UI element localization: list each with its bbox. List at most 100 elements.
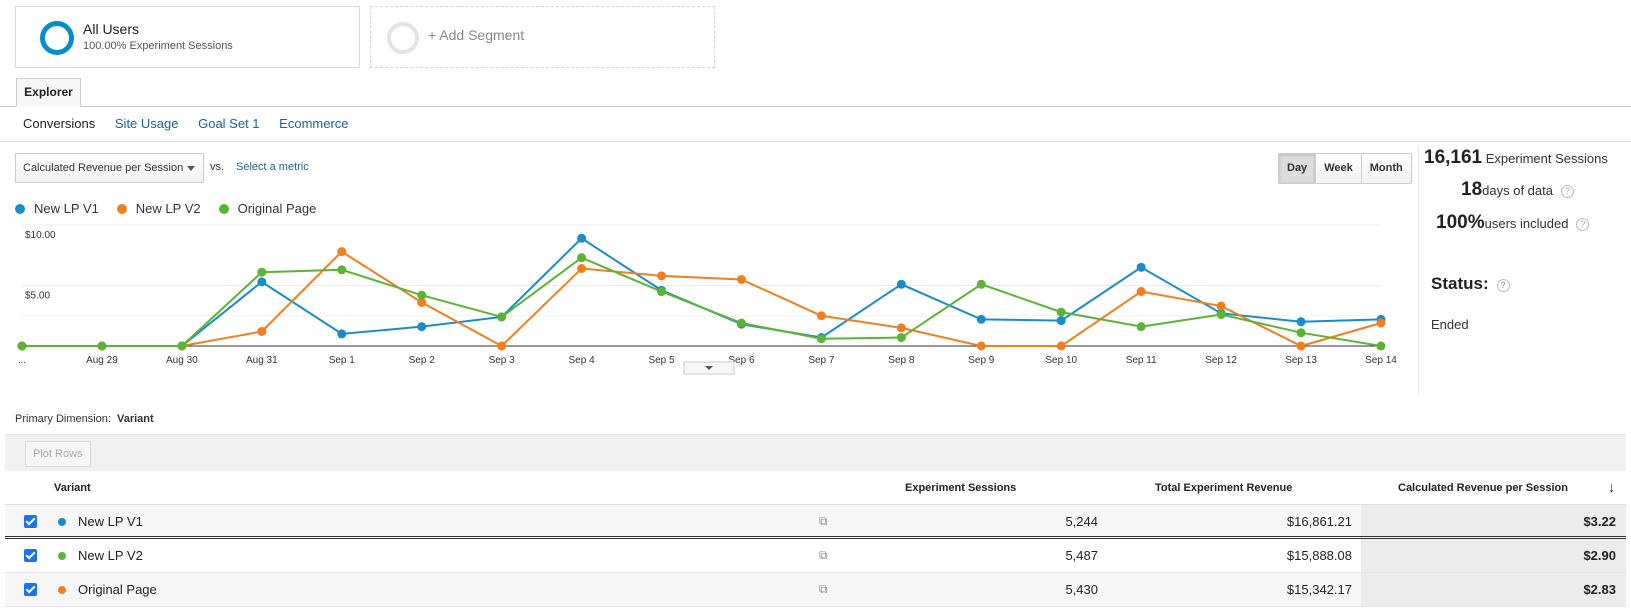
subtab-goal-set[interactable]: Goal Set 1 [198, 116, 259, 131]
data-point [177, 341, 187, 351]
variant-name[interactable]: New LP V2 [78, 548, 143, 563]
sessions-cell: 5,244 [1065, 514, 1098, 529]
data-point [816, 334, 826, 344]
help-icon[interactable]: ? [1560, 185, 1574, 198]
divider [0, 141, 1631, 142]
y-tick-label: $5.00 [25, 291, 50, 302]
status-value: Ended [1431, 317, 1469, 332]
stat-days: 18days of data? [1461, 179, 1574, 201]
col-header-revenue[interactable]: Total Experiment Revenue [1155, 482, 1292, 494]
data-point [896, 333, 906, 343]
subtab-site-usage[interactable]: Site Usage [115, 116, 179, 131]
data-point [657, 271, 667, 281]
data-point [1056, 316, 1066, 326]
help-icon[interactable]: ? [1576, 218, 1590, 231]
data-point [417, 322, 427, 332]
sessions-cell: 5,487 [1065, 548, 1098, 563]
x-tick-label: Sep 11 [1126, 355, 1157, 366]
data-point [896, 323, 906, 333]
period-day-button[interactable]: Day [1279, 154, 1317, 183]
variant-dot [58, 586, 66, 594]
revenue-cell: $16,861.21 [1286, 514, 1352, 529]
row-checkbox[interactable] [24, 515, 37, 528]
row-compare-icon[interactable]: ⧉ [819, 514, 828, 529]
metric-dropdown[interactable]: Calculated Revenue per Session [15, 153, 204, 183]
arrow-down-icon[interactable]: ↓ [1608, 479, 1615, 495]
table-row: New LP V2 ⧉ 5,487 $15,888.08 $2.90 [5, 539, 1626, 573]
rps-cell: $3.22 [1361, 505, 1626, 536]
data-point [1136, 262, 1146, 272]
period-week-button[interactable]: Week [1316, 154, 1362, 183]
series-line [22, 250, 1382, 348]
stat-days-label: days of data [1482, 183, 1553, 198]
data-point [736, 274, 746, 284]
select-metric-link[interactable]: Select a metric [236, 161, 309, 173]
stat-sessions-value: 16,161 [1424, 147, 1483, 168]
primary-dimension: Primary Dimension: Variant [15, 413, 154, 425]
data-point [417, 290, 427, 300]
variant-name[interactable]: Original Page [78, 582, 157, 597]
stat-sessions-label: Experiment Sessions [1485, 151, 1608, 166]
col-header-variant[interactable]: Variant [54, 482, 91, 494]
add-segment-button[interactable]: + Add Segment [370, 6, 715, 68]
table-row: Original Page ⧉ 5,430 $15,342.17 $2.83 [5, 573, 1626, 607]
data-point [577, 253, 587, 263]
data-point [657, 287, 667, 297]
status-title: Status:? [1431, 274, 1510, 294]
table-row: New LP V1 ⧉ 5,244 $16,861.21 $3.22 [5, 505, 1626, 539]
primary-dimension-label: Primary Dimension: [15, 413, 111, 425]
period-toggle: Day Week Month [1278, 153, 1412, 184]
stat-days-value: 18 [1461, 179, 1483, 200]
x-tick-label: Sep 12 [1205, 355, 1237, 366]
stat-sessions: 16,161 Experiment Sessions [1424, 147, 1608, 169]
subtab-ecommerce[interactable]: Ecommerce [279, 116, 348, 131]
rps-value: $3.22 [1583, 514, 1616, 529]
x-tick-label: Sep 9 [968, 355, 995, 366]
data-point [337, 247, 347, 257]
data-point [976, 279, 986, 289]
data-point [1136, 322, 1146, 332]
x-tick-label: Sep 4 [569, 355, 596, 366]
rps-cell: $2.83 [1361, 573, 1626, 606]
stat-users-value: 100% [1436, 212, 1485, 233]
empty-ring-icon [387, 22, 419, 54]
stats-divider [1418, 146, 1419, 394]
revenue-cell: $15,888.08 [1286, 548, 1352, 563]
variant-dot [58, 518, 66, 526]
variant-name[interactable]: New LP V1 [78, 514, 143, 529]
series-line [22, 237, 1382, 347]
primary-dimension-value[interactable]: Variant [117, 413, 154, 425]
x-tick-label: Sep 5 [648, 355, 675, 366]
segment-subtitle: 100.00% Experiment Sessions [83, 40, 233, 52]
table-header: Variant Experiment Sessions Total Experi… [5, 471, 1626, 505]
x-tick-label: Sep 2 [409, 355, 436, 366]
segment-all-users[interactable]: All Users 100.00% Experiment Sessions [15, 6, 360, 68]
row-compare-icon[interactable]: ⧉ [819, 548, 828, 563]
row-checkbox[interactable] [24, 549, 37, 562]
data-point [97, 341, 107, 351]
tab-explorer[interactable]: Explorer [16, 78, 81, 107]
data-point [1376, 341, 1386, 351]
col-header-rps[interactable]: Calculated Revenue per Session [1398, 482, 1568, 494]
data-point [1216, 310, 1226, 320]
row-checkbox[interactable] [24, 583, 37, 596]
help-icon[interactable]: ? [1496, 279, 1510, 292]
data-point [1136, 287, 1146, 297]
plot-rows-button[interactable]: Plot Rows [25, 441, 91, 467]
x-tick-label: Sep 14 [1365, 355, 1397, 366]
period-month-button[interactable]: Month [1362, 154, 1411, 183]
col-header-sessions[interactable]: Experiment Sessions [905, 482, 1016, 494]
stat-users: 100%users included? [1436, 212, 1590, 234]
add-segment-label: + Add Segment [428, 27, 525, 43]
sessions-cell: 5,430 [1065, 582, 1098, 597]
segment-ring-icon [40, 21, 74, 55]
data-point [1056, 341, 1066, 351]
row-compare-icon[interactable]: ⧉ [819, 582, 828, 597]
data-point [257, 277, 267, 287]
data-point [736, 318, 746, 328]
data-point [337, 265, 347, 275]
x-tick-label: ... [18, 355, 26, 366]
subtab-conversions[interactable]: Conversions [23, 116, 95, 131]
data-point [17, 341, 27, 351]
data-point [1296, 328, 1306, 338]
